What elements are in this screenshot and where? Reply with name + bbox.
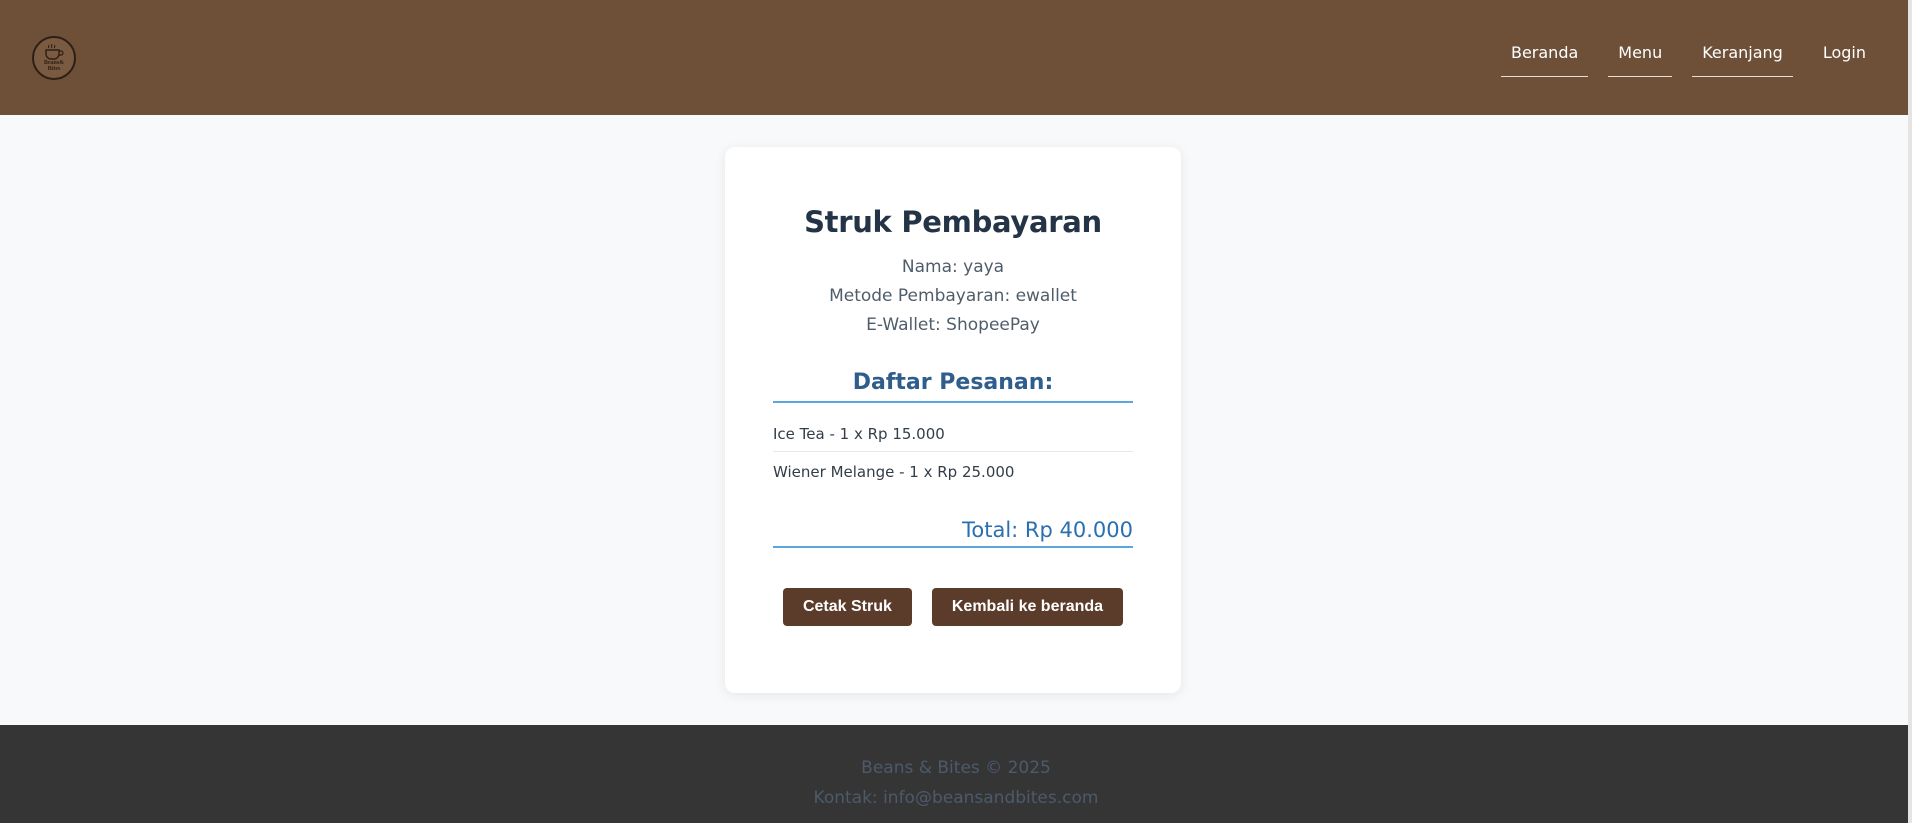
order-list-title: Daftar Pesanan:	[773, 370, 1133, 403]
nav-keranjang[interactable]: Keranjang	[1692, 34, 1793, 77]
payment-method: Metode Pembayaran: ewallet	[829, 286, 1077, 306]
coffee-cup-icon	[45, 43, 64, 60]
order-total: Total: Rp 40.000	[773, 518, 1133, 548]
site-footer: Beans & Bites © 2025 Kontak: info@beansa…	[0, 725, 1912, 823]
receipt-card: Struk Pembayaran Nama: yaya Metode Pemba…	[725, 147, 1181, 693]
footer-contact: Kontak: info@beansandbites.com	[813, 788, 1099, 808]
logo-text-line2: Bites	[47, 65, 61, 72]
site-header: Beans& Bites Beranda Menu Keranjang Logi…	[0, 0, 1912, 115]
back-home-button[interactable]: Kembali ke beranda	[931, 588, 1124, 626]
receipt-title: Struk Pembayaran	[804, 205, 1102, 239]
customer-name: Nama: yaya	[901, 257, 1005, 277]
ewallet-name: E-Wallet: ShopeePay	[866, 315, 1040, 335]
list-item: Ice Tea - 1 x Rp 15.000	[773, 425, 1133, 452]
receipt-actions: Cetak Struk Kembali ke beranda	[773, 588, 1133, 626]
site-logo[interactable]: Beans& Bites	[32, 35, 76, 80]
list-item: Wiener Melange - 1 x Rp 25.000	[773, 463, 1015, 481]
main-nav: Beranda Menu Keranjang Login	[1500, 34, 1876, 77]
page-scrollbar[interactable]	[1908, 0, 1912, 823]
nav-menu[interactable]: Menu	[1608, 34, 1673, 77]
order-list: Ice Tea - 1 x Rp 15.000 Wiener Melange -…	[773, 425, 1133, 489]
nav-beranda[interactable]: Beranda	[1500, 34, 1589, 77]
print-receipt-button[interactable]: Cetak Struk	[782, 588, 912, 626]
footer-copyright: Beans & Bites © 2025	[861, 758, 1051, 778]
nav-login[interactable]: Login	[1813, 34, 1876, 77]
